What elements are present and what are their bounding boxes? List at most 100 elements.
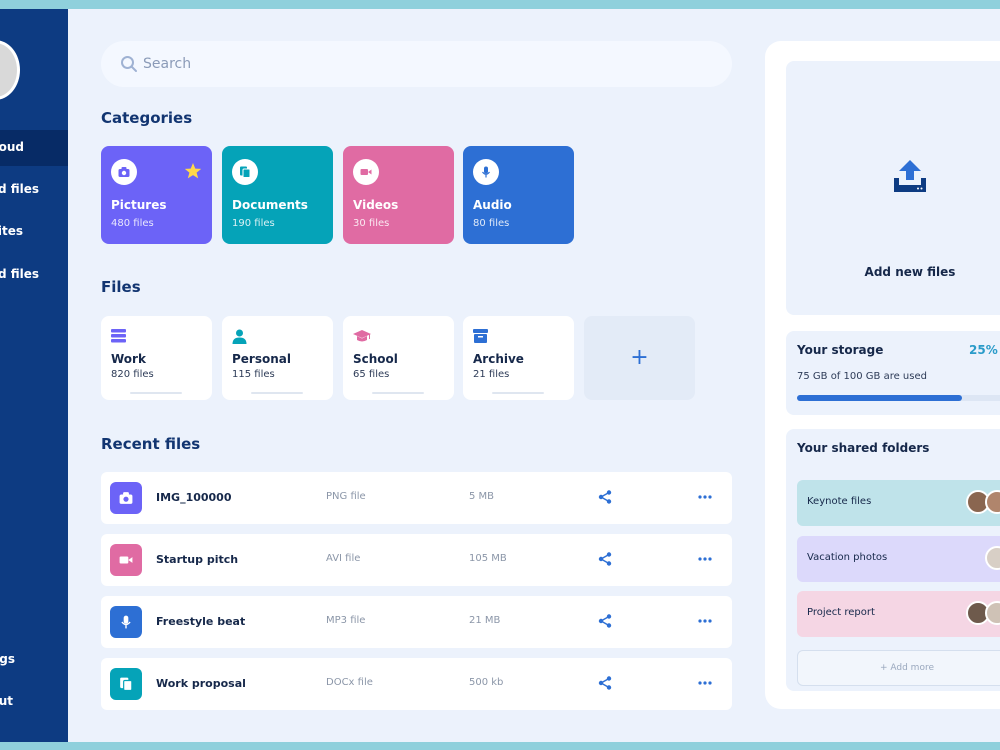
file-folder-card-archive[interactable]: Archive 21 files [463, 316, 574, 400]
file-folder-card-work[interactable]: Work 820 files [101, 316, 212, 400]
more-options-icon[interactable] [698, 681, 712, 685]
more-options-icon[interactable] [698, 495, 712, 499]
recent-file-row[interactable]: IMG_100000 PNG file 5 MB [101, 472, 732, 524]
recent-files-heading: Recent files [101, 435, 201, 453]
shared-folder-name: Project report [807, 607, 875, 618]
search-bar[interactable] [101, 41, 732, 87]
microphone-icon [110, 606, 142, 638]
file-name: Freestyle beat [156, 615, 246, 628]
file-type: PNG file [326, 491, 366, 502]
add-new-files-label: Add new files [864, 265, 956, 279]
folder-name: Work [111, 352, 146, 366]
file-type: MP3 file [326, 615, 366, 626]
sidebar-item-cloud[interactable]: oud [0, 130, 68, 166]
folder-count: 21 files [473, 369, 510, 380]
sidebar-item-label: gs [0, 652, 15, 666]
share-icon[interactable] [598, 490, 612, 504]
folder-name: Personal [232, 352, 291, 366]
category-card-pictures[interactable]: Pictures 480 files [101, 146, 212, 244]
shared-folders-title: Your shared folders [797, 441, 930, 455]
sidebar-item-deleted-files[interactable]: d files [0, 257, 68, 293]
storage-title: Your storage [797, 343, 884, 357]
upload-icon [894, 160, 926, 192]
sidebar-item-label: d files [0, 182, 39, 196]
file-folder-card-personal[interactable]: Personal 115 files [222, 316, 333, 400]
file-type: AVI file [326, 553, 361, 564]
file-folder-card-school[interactable]: School 65 files [343, 316, 454, 400]
recent-file-row[interactable]: Startup pitch AVI file 105 MB [101, 534, 732, 586]
storage-progress-track [797, 395, 1000, 401]
avatar [985, 546, 1000, 570]
upload-dropzone[interactable]: Add new files [786, 61, 1000, 315]
add-folder-button[interactable]: + [584, 316, 695, 400]
share-icon[interactable] [598, 676, 612, 690]
sidebar-item-logout[interactable]: ut [0, 684, 68, 720]
category-name: Documents [232, 198, 308, 212]
file-name: IMG_100000 [156, 491, 232, 504]
shared-folder-name: Vacation photos [807, 552, 888, 563]
add-more-button[interactable]: + Add more [797, 650, 1000, 686]
file-name: Work proposal [156, 677, 246, 690]
folder-name: School [353, 352, 398, 366]
folder-divider [372, 392, 424, 394]
file-type: DOCx file [326, 677, 373, 688]
share-icon[interactable] [598, 552, 612, 566]
category-count: 190 files [232, 218, 275, 229]
category-name: Videos [353, 198, 399, 212]
sidebar-item-label: ut [0, 694, 13, 708]
microphone-icon [473, 159, 499, 185]
category-card-videos[interactable]: Videos 30 files [343, 146, 454, 244]
category-count: 80 files [473, 218, 510, 229]
file-size: 105 MB [469, 553, 507, 564]
storage-usage-text: 75 GB of 100 GB are used [797, 371, 927, 382]
avatar [985, 601, 1000, 625]
shared-folder-item[interactable]: Keynote files [797, 480, 1000, 526]
storage-progress-fill [797, 395, 962, 401]
video-icon [110, 544, 142, 576]
sidebar: oud d files ites d files gs ut [0, 9, 68, 742]
file-size: 500 kb [469, 677, 504, 688]
folder-name: Archive [473, 352, 524, 366]
sidebar-item-label: oud [0, 140, 24, 154]
more-options-icon[interactable] [698, 619, 712, 623]
category-name: Pictures [111, 198, 167, 212]
more-options-icon[interactable] [698, 557, 712, 561]
camera-icon [110, 482, 142, 514]
archive-box-icon [473, 329, 488, 343]
shared-folder-name: Keynote files [807, 496, 872, 507]
folder-divider [251, 392, 303, 394]
category-card-documents[interactable]: Documents 190 files [222, 146, 333, 244]
folder-divider [492, 392, 544, 394]
sidebar-item-label: d files [0, 267, 39, 281]
star-icon[interactable] [184, 162, 202, 180]
category-card-audio[interactable]: Audio 80 files [463, 146, 574, 244]
sidebar-item-label: ites [0, 224, 23, 238]
share-icon[interactable] [598, 614, 612, 628]
graduation-cap-icon [353, 330, 371, 342]
document-icon [232, 159, 258, 185]
folder-count: 65 files [353, 369, 390, 380]
storage-card: Your storage 25% 75 GB of 100 GB are use… [786, 331, 1000, 415]
recent-file-row[interactable]: Work proposal DOCx file 500 kb [101, 658, 732, 710]
user-avatar[interactable] [0, 40, 20, 100]
video-icon [353, 159, 379, 185]
sidebar-item-settings[interactable]: gs [0, 642, 68, 678]
avatar [985, 490, 1000, 514]
folder-count: 820 files [111, 369, 154, 380]
shared-folder-item[interactable]: Project report [797, 591, 1000, 637]
files-heading: Files [101, 278, 141, 296]
shared-folder-item[interactable]: Vacation photos [797, 536, 1000, 582]
stack-icon [111, 329, 126, 343]
sidebar-item-favorites[interactable]: ites [0, 214, 68, 250]
file-name: Startup pitch [156, 553, 239, 566]
search-input[interactable] [143, 41, 703, 87]
document-icon [110, 668, 142, 700]
recent-file-row[interactable]: Freestyle beat MP3 file 21 MB [101, 596, 732, 648]
search-icon [121, 56, 137, 72]
file-size: 21 MB [469, 615, 501, 626]
camera-icon [111, 159, 137, 185]
sidebar-item-shared-files[interactable]: d files [0, 172, 68, 208]
category-count: 480 files [111, 218, 154, 229]
folder-count: 115 files [232, 369, 275, 380]
category-count: 30 files [353, 218, 390, 229]
